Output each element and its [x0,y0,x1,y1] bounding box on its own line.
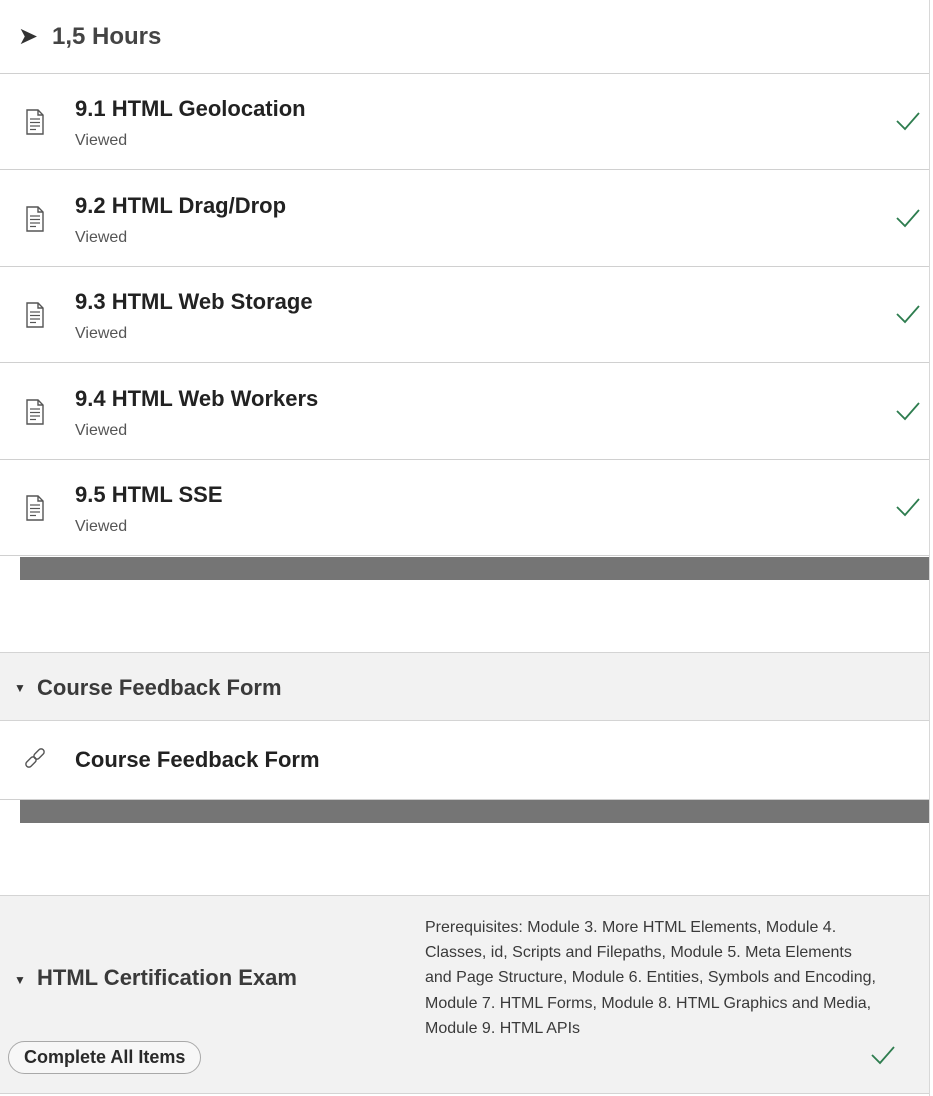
prerequisites-line: Module 9. HTML APIs [425,1019,581,1037]
caret-down-icon[interactable]: ▼ [14,681,26,695]
prerequisites-text: Prerequisites: Module 3. More HTML Eleme… [425,915,900,1041]
checkmark-icon [896,305,920,324]
item-status: Viewed [75,132,128,149]
item-title[interactable]: 9.5 HTML SSE [75,482,223,508]
item-title[interactable]: 9.2 HTML Drag/Drop [75,193,286,219]
duration-label: 1,5 Hours [52,22,162,50]
right-border [929,0,930,1096]
duration-header: ➤ 1,5 Hours [0,0,929,74]
complete-all-items-button[interactable]: Complete All Items [8,1041,202,1074]
feedback-link-item[interactable]: Course Feedback Form [0,720,929,800]
section-title[interactable]: HTML Certification Exam [37,965,297,991]
list-item[interactable]: 9.2 HTML Drag/Drop Viewed [0,171,929,267]
document-icon [26,302,44,328]
checkmark-icon [896,498,920,517]
section-header-feedback[interactable]: ▼ Course Feedback Form [0,652,929,721]
section-title[interactable]: Course Feedback Form [37,675,282,701]
document-icon [26,399,44,425]
item-title[interactable]: 9.4 HTML Web Workers [75,386,318,412]
list-item[interactable]: 9.4 HTML Web Workers Viewed [0,364,929,460]
document-icon [26,206,44,232]
arrow-icon: ➤ [18,23,39,50]
item-status: Viewed [75,325,128,342]
course-content-page: ➤ 1,5 Hours 9.1 HTML Geolocation Viewed … [0,0,933,1096]
item-title[interactable]: 9.3 HTML Web Storage [75,289,313,315]
list-item[interactable]: 9.1 HTML Geolocation Viewed [0,74,929,170]
prerequisites-line: Module 7. HTML Forms, Module 8. HTML Gra… [425,994,872,1012]
item-title[interactable]: 9.1 HTML Geolocation [75,96,306,122]
document-icon [26,109,44,135]
checkmark-icon [896,209,920,228]
section-divider-bar [20,557,930,580]
caret-down-icon[interactable]: ▼ [14,973,26,987]
prerequisites-line: Classes, id, Scripts and Filepaths, Modu… [425,944,852,962]
link-title[interactable]: Course Feedback Form [75,747,320,773]
list-item[interactable]: 9.3 HTML Web Storage Viewed [0,267,929,363]
checkmark-icon [896,112,920,131]
document-icon [26,495,44,521]
checkmark-icon [871,1046,895,1065]
prerequisites-line: and Page Structure, Module 6. Entities, … [425,969,876,987]
link-icon [25,748,45,768]
prerequisites-line: Prerequisites: Module 3. More HTML Eleme… [425,919,837,936]
item-status: Viewed [75,422,128,439]
item-status: Viewed [75,229,128,246]
section-divider-bar [20,800,930,823]
list-item[interactable]: 9.5 HTML SSE Viewed [0,460,929,556]
item-status: Viewed [75,518,128,535]
checkmark-icon [896,402,920,421]
